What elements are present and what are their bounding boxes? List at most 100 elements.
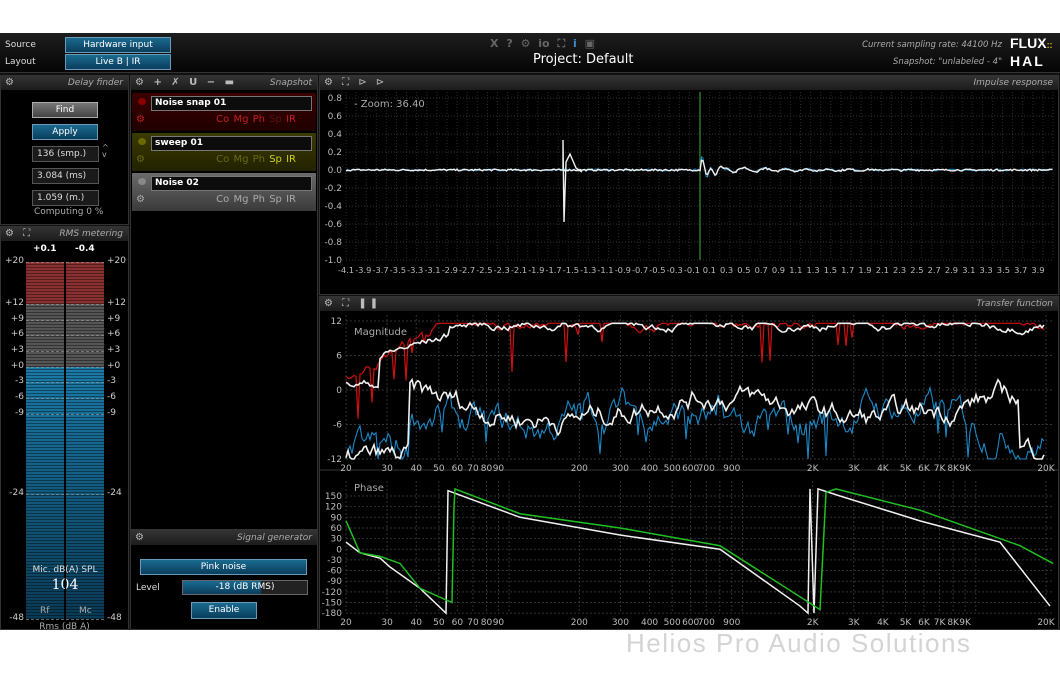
snapshot-tag-mg[interactable]: Mg <box>233 194 248 205</box>
snapshot-tag-ph[interactable]: Ph <box>253 194 265 205</box>
snapshot-tag-ph[interactable]: Ph <box>253 114 265 125</box>
impulse-response-panel: ⚙ ⛶ ⊳ ⊳ Impulse response 0.8 0.6 0.4 0.2 0.0 -… <box>319 75 1059 295</box>
snapshot-tag-ir[interactable]: IR <box>286 154 296 165</box>
settings-icon[interactable]: ⚙ <box>521 37 531 50</box>
close-icon[interactable]: X <box>490 37 498 50</box>
snapshot-tag-ir[interactable]: IR <box>286 194 296 205</box>
panel-title: RMS metering <box>59 229 123 239</box>
snapshot-tag-co[interactable]: Co <box>216 154 229 165</box>
info-icon[interactable]: i <box>573 37 577 50</box>
snapshot-toolbar-icons[interactable]: ⚙ + ✗ U − ▬ <box>135 77 237 88</box>
impulse-response-plot[interactable]: 0.80.60.40.20.0-0.2-0.4-0.6-0.8-1.0-4.1-… <box>320 92 1058 294</box>
fullscreen-icon[interactable]: ⛶ <box>557 37 565 50</box>
top-bar: Source Hardware input Layout Live B | IR… <box>0 33 1060 73</box>
snapshot-item[interactable]: sweep 01 ⚙ Co Mg Ph Sp IR <box>132 133 316 171</box>
delay-meters-field[interactable]: 1.059 (m.) <box>32 190 99 206</box>
transfer-function-panel: ⚙ ⛶ ❚❚ Transfer function 12 6 0 -6 -12 150 120 9… <box>319 296 1059 630</box>
freq-tick-label: 2K <box>807 618 820 628</box>
phase-tick-label: -150 <box>322 599 343 609</box>
freq-tick-label: 80 <box>481 464 493 474</box>
meter-scale-left: -24 <box>9 488 24 498</box>
snapshot-color-dot[interactable] <box>138 138 146 145</box>
x-tick-label: -1.9 <box>528 265 544 275</box>
freq-tick-label: 60 <box>452 618 464 628</box>
magnitude-tick-label: 0 <box>336 386 342 396</box>
snapshot-color-dot[interactable] <box>138 98 146 105</box>
magnitude-label: Magnitude <box>354 327 407 338</box>
source-select[interactable]: Hardware input <box>65 37 171 53</box>
freq-tick-label: 200 <box>571 618 588 628</box>
transfer-function-plot[interactable]: 1260-6-121501209060300-30-60-90-120-150-… <box>320 313 1058 629</box>
peak-left: +0.1 <box>33 244 57 254</box>
enable-button[interactable]: Enable <box>191 602 257 619</box>
y-tick-label: -0.8 <box>324 238 342 248</box>
settings-icon[interactable]: ⚙ <box>136 154 145 165</box>
transfer-toolbar-icons[interactable]: ⚙ ⛶ ❚❚ <box>324 298 381 309</box>
io-icon[interactable]: io <box>538 37 549 50</box>
snapshot-tag-sp[interactable]: Sp <box>269 154 282 165</box>
freq-tick-label: 400 <box>641 618 658 628</box>
level-slider[interactable]: -18 (dB RMS) <box>182 580 308 595</box>
x-tick-label: 1.7 <box>841 265 854 275</box>
meter-unit: Rms (dB A) <box>39 622 90 632</box>
x-tick-label: 1.3 <box>806 265 819 275</box>
snapshot-tag-mg[interactable]: Mg <box>233 114 248 125</box>
impulse-toolbar-icons[interactable]: ⚙ ⛶ ⊳ ⊳ <box>324 77 387 88</box>
settings-icon[interactable]: ⚙ <box>136 114 145 125</box>
x-tick-label: 1.1 <box>789 265 802 275</box>
text-icon[interactable]: ▣ <box>585 37 595 50</box>
settings-icon[interactable]: ⚙ <box>135 532 147 543</box>
snapshot-name-field[interactable]: sweep 01 <box>151 136 312 151</box>
freq-tick-label: 500 <box>664 464 681 474</box>
snapshot-tag-mg[interactable]: Mg <box>233 154 248 165</box>
snapshot-tag-ir[interactable]: IR <box>286 114 296 125</box>
freq-tick-label: 900 <box>723 618 740 628</box>
snapshot-tag-co[interactable]: Co <box>216 194 229 205</box>
meter-scale-left: +9 <box>10 314 24 324</box>
freq-tick-label: 3K <box>848 618 861 628</box>
snapshot-name-field[interactable]: Noise snap 01 <box>151 96 312 111</box>
freq-tick-label: 60 <box>452 464 464 474</box>
layout-select[interactable]: Live B | IR <box>65 54 171 70</box>
x-tick-label: -0.9 <box>615 265 631 275</box>
x-tick-label: 2.1 <box>876 265 889 275</box>
apply-button[interactable]: Apply <box>32 124 98 140</box>
help-icon[interactable]: ? <box>506 37 512 50</box>
snapshot-name-field[interactable]: Noise 02 <box>151 176 312 191</box>
phase-tick-label: -60 <box>327 567 342 577</box>
freq-tick-label: 700 <box>698 464 715 474</box>
freq-tick-label: 9K <box>959 618 972 628</box>
snapshot-tag-sp[interactable]: Sp <box>269 194 282 205</box>
settings-icon[interactable]: ⚙ <box>136 194 145 205</box>
snapshot-item[interactable]: Noise snap 01 ⚙ Co Mg Ph Sp IR <box>132 93 316 131</box>
y-tick-label: 0.2 <box>328 148 342 158</box>
x-tick-label: 2.7 <box>928 265 941 275</box>
snapshot-tag-sp[interactable]: Sp <box>269 114 282 125</box>
signal-type-select[interactable]: Pink noise <box>140 559 307 575</box>
app-window: Source Hardware input Layout Live B | IR… <box>0 33 1060 632</box>
x-tick-label: -2.9 <box>442 265 458 275</box>
x-tick-label: 3.7 <box>1014 265 1027 275</box>
settings-icon[interactable]: ⚙ ⛶ <box>5 228 33 239</box>
delay-samples-field[interactable]: 136 (smp.) <box>32 146 99 162</box>
project-title: Project: Default <box>533 52 634 67</box>
freq-tick-label: 40 <box>411 464 423 474</box>
x-tick-label: -3.1 <box>424 265 440 275</box>
snapshot-tag-ph[interactable]: Ph <box>253 154 265 165</box>
x-tick-label: 3.5 <box>997 265 1010 275</box>
freq-tick-label: 70 <box>467 464 479 474</box>
stepper-icon[interactable]: ^ v <box>102 144 109 159</box>
x-tick-label: 1.9 <box>858 265 871 275</box>
freq-tick-label: 20 <box>340 464 352 474</box>
meter-scale-right: +12 <box>107 298 126 308</box>
find-button[interactable]: Find <box>32 102 98 118</box>
snapshot-tag-co[interactable]: Co <box>216 114 229 125</box>
snapshot-color-dot[interactable] <box>138 178 146 185</box>
freq-tick-label: 40 <box>411 618 423 628</box>
level-value: -18 (dB RMS) <box>215 582 275 592</box>
settings-icon[interactable]: ⚙ <box>5 77 17 88</box>
delay-ms-field[interactable]: 3.084 (ms) <box>32 168 99 184</box>
freq-tick-label: 80 <box>481 618 493 628</box>
freq-tick-label: 8K <box>947 618 960 628</box>
snapshot-item[interactable]: Noise 02 ⚙ Co Mg Ph Sp IR <box>132 173 316 211</box>
